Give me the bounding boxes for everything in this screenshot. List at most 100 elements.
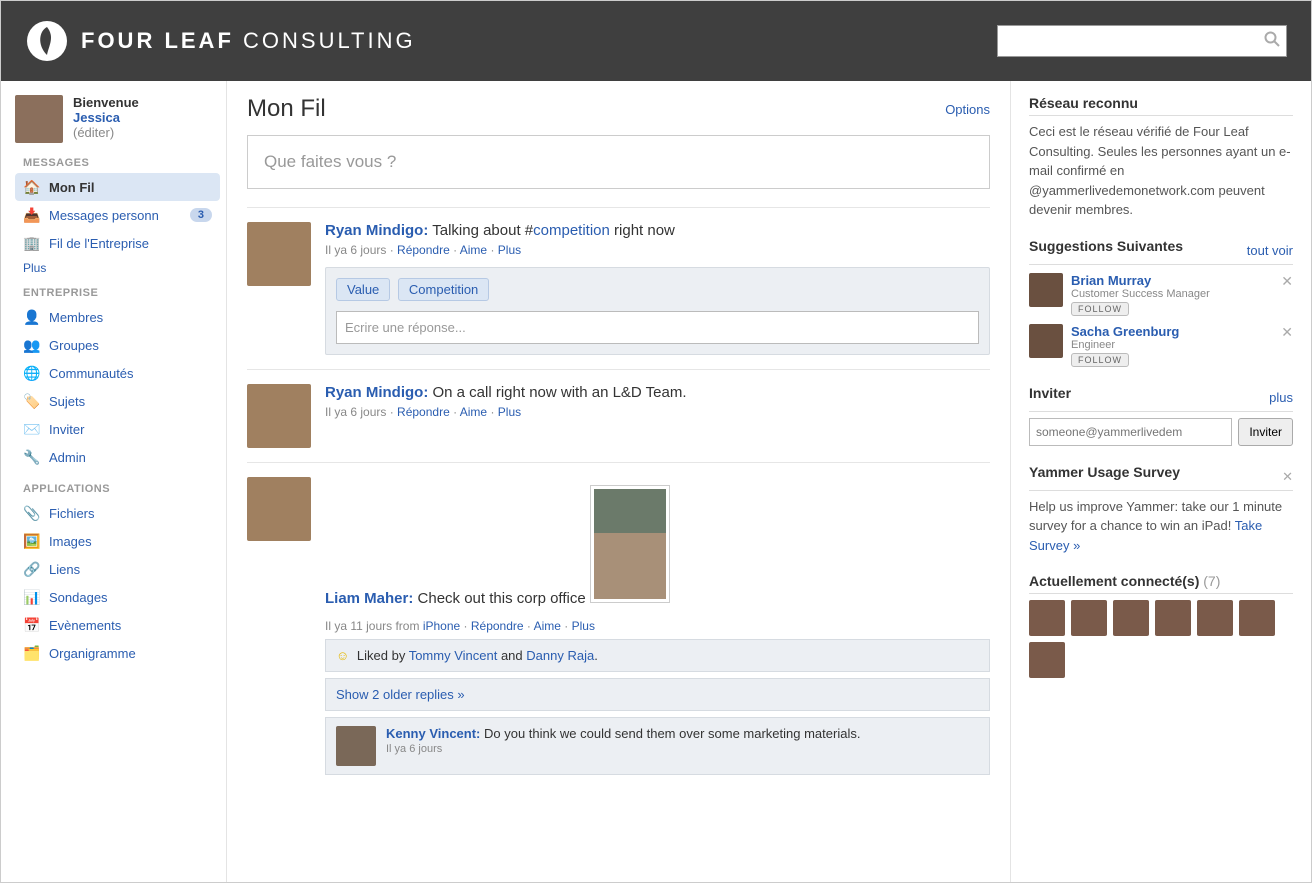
sidebar-item-label: Admin	[49, 450, 212, 465]
more-link[interactable]: Plus	[498, 243, 521, 257]
sidebar-item-groupes[interactable]: 👥Groupes	[15, 331, 220, 359]
liker-link[interactable]: Tommy Vincent	[409, 648, 498, 663]
feed-post: Liam Maher: Check out this corp office I…	[247, 462, 990, 789]
show-older-replies[interactable]: Show 2 older replies »	[325, 678, 990, 711]
unread-badge: 3	[190, 208, 212, 222]
reply-text: Do you think we could send them over som…	[480, 726, 860, 741]
reply-link[interactable]: Répondre	[397, 243, 450, 257]
reply-author-avatar[interactable]	[336, 726, 376, 766]
topic-tag[interactable]: Value	[336, 278, 390, 301]
online-count: (7)	[1203, 573, 1220, 589]
topic-tag[interactable]: Competition	[398, 278, 489, 301]
online-user-avatar[interactable]	[1029, 642, 1065, 678]
online-user-avatar[interactable]	[1155, 600, 1191, 636]
suggestion-name[interactable]: Brian Murray	[1071, 273, 1151, 288]
sidebar-item-label: Membres	[49, 310, 212, 325]
survey-title: Yammer Usage Survey	[1029, 464, 1282, 484]
search-box[interactable]	[997, 25, 1287, 57]
suggestion-avatar[interactable]	[1029, 324, 1063, 358]
suggestion-item: Sacha Greenburg Engineer FOLLOW ✕	[1029, 324, 1293, 367]
reply-author-link[interactable]: Kenny Vincent:	[386, 726, 480, 741]
paperclip-icon: 📎	[23, 504, 41, 522]
compose-box[interactable]: Que faites vous ?	[247, 135, 990, 189]
feed-post: Ryan Mindigo: Talking about #competition…	[247, 207, 990, 369]
sidebar-item-admin[interactable]: 🔧 Admin	[15, 443, 220, 471]
like-link[interactable]: Aime	[460, 243, 487, 257]
post-author-avatar[interactable]	[247, 384, 311, 448]
sidebar-item-messages-perso[interactable]: 📥 Messages personn 3	[15, 201, 220, 229]
dismiss-suggestion-icon[interactable]: ✕	[1281, 324, 1293, 341]
show-older-link[interactable]: Show 2 older replies »	[336, 687, 465, 702]
suggestion-avatar[interactable]	[1029, 273, 1063, 307]
sidebar-item-mon-fil[interactable]: 🏠 Mon Fil	[15, 173, 220, 201]
user-avatar[interactable]	[15, 95, 63, 143]
reply-row: Kenny Vincent: Do you think we could sen…	[325, 717, 990, 775]
survey-text: Help us improve Yammer: take our 1 minut…	[1029, 497, 1293, 556]
follow-button[interactable]: FOLLOW	[1071, 302, 1129, 316]
liker-link[interactable]: Danny Raja	[526, 648, 594, 663]
dismiss-suggestion-icon[interactable]: ✕	[1281, 273, 1293, 290]
hashtag-link[interactable]: competition	[533, 222, 610, 239]
sidebar-item-sondages[interactable]: 📊Sondages	[15, 583, 220, 611]
dismiss-survey-icon[interactable]: ✕	[1282, 469, 1293, 485]
brand-logo: FOUR LEAF CONSULTING	[25, 19, 416, 63]
left-sidebar: Bienvenue Jessica (éditer) MESSAGES 🏠 Mo…	[1, 81, 226, 882]
post-author-avatar[interactable]	[247, 477, 311, 541]
post-timestamp: Il ya 6 jours	[325, 243, 386, 257]
search-input[interactable]	[1004, 34, 1264, 49]
post-source-link[interactable]: iPhone	[423, 619, 460, 633]
globe-icon: 🌐	[23, 364, 41, 382]
sidebar-item-images[interactable]: 🖼️Images	[15, 527, 220, 555]
sidebar-more-messages[interactable]: Plus	[23, 261, 46, 275]
more-link[interactable]: Plus	[572, 619, 595, 633]
post-author-avatar[interactable]	[247, 222, 311, 286]
suggestion-name[interactable]: Sacha Greenburg	[1071, 324, 1179, 339]
sidebar-item-organigramme[interactable]: 🗂️Organigramme	[15, 639, 220, 667]
welcome-username[interactable]: Jessica	[73, 110, 120, 125]
like-link[interactable]: Aime	[534, 619, 561, 633]
invite-more-link[interactable]: plus	[1269, 390, 1293, 405]
app-header: FOUR LEAF CONSULTING	[1, 1, 1311, 81]
more-link[interactable]: Plus	[498, 405, 521, 419]
edit-profile-link[interactable]: (éditer)	[73, 125, 114, 140]
sidebar-item-evenements[interactable]: 📅Evènements	[15, 611, 220, 639]
sidebar-item-liens[interactable]: 🔗Liens	[15, 555, 220, 583]
see-all-link[interactable]: tout voir	[1247, 243, 1293, 258]
search-icon[interactable]	[1264, 31, 1280, 52]
post-author-link[interactable]: Liam Maher:	[325, 590, 413, 607]
online-user-avatar[interactable]	[1197, 600, 1233, 636]
online-user-avatar[interactable]	[1113, 600, 1149, 636]
invite-section: Inviter plus Inviter	[1029, 385, 1293, 446]
sidebar-item-fichiers[interactable]: 📎Fichiers	[15, 499, 220, 527]
wrench-icon: 🔧	[23, 448, 41, 466]
sidebar-item-fil-entreprise[interactable]: 🏢 Fil de l'Entreprise	[15, 229, 220, 257]
sidebar-item-sujets[interactable]: 🏷️Sujets	[15, 387, 220, 415]
like-link[interactable]: Aime	[460, 405, 487, 419]
survey-section: Yammer Usage Survey ✕ Help us improve Ya…	[1029, 464, 1293, 556]
post-attachment[interactable]	[590, 485, 670, 603]
network-section: Réseau reconnu Ceci est le réseau vérifi…	[1029, 95, 1293, 220]
sidebar-item-inviter[interactable]: ✉️ Inviter	[15, 415, 220, 443]
sidebar-item-label: Mon Fil	[49, 180, 212, 195]
follow-button[interactable]: FOLLOW	[1071, 353, 1129, 367]
online-user-avatar[interactable]	[1029, 600, 1065, 636]
online-user-avatar[interactable]	[1071, 600, 1107, 636]
tag-icon: 🏷️	[23, 392, 41, 410]
group-icon: 👥	[23, 336, 41, 354]
sidebar-item-communautes[interactable]: 🌐Communautés	[15, 359, 220, 387]
sidebar-item-membres[interactable]: 👤Membres	[15, 303, 220, 331]
reply-link[interactable]: Répondre	[471, 619, 524, 633]
online-user-avatar[interactable]	[1239, 600, 1275, 636]
post-author-link[interactable]: Ryan Mindigo:	[325, 222, 428, 239]
sidebar-item-label: Fil de l'Entreprise	[49, 236, 212, 251]
invite-email-input[interactable]	[1029, 418, 1232, 446]
post-author-link[interactable]: Ryan Mindigo:	[325, 384, 428, 401]
sidebar-item-label: Inviter	[49, 422, 212, 437]
feed-options-link[interactable]: Options	[945, 102, 990, 117]
invite-button[interactable]: Inviter	[1238, 418, 1293, 446]
mail-icon: ✉️	[23, 420, 41, 438]
sidebar-item-label: Evènements	[49, 618, 212, 633]
reply-link[interactable]: Répondre	[397, 405, 450, 419]
reply-input[interactable]: Ecrire une réponse...	[336, 311, 979, 344]
suggestion-role: Customer Success Manager	[1071, 288, 1210, 300]
